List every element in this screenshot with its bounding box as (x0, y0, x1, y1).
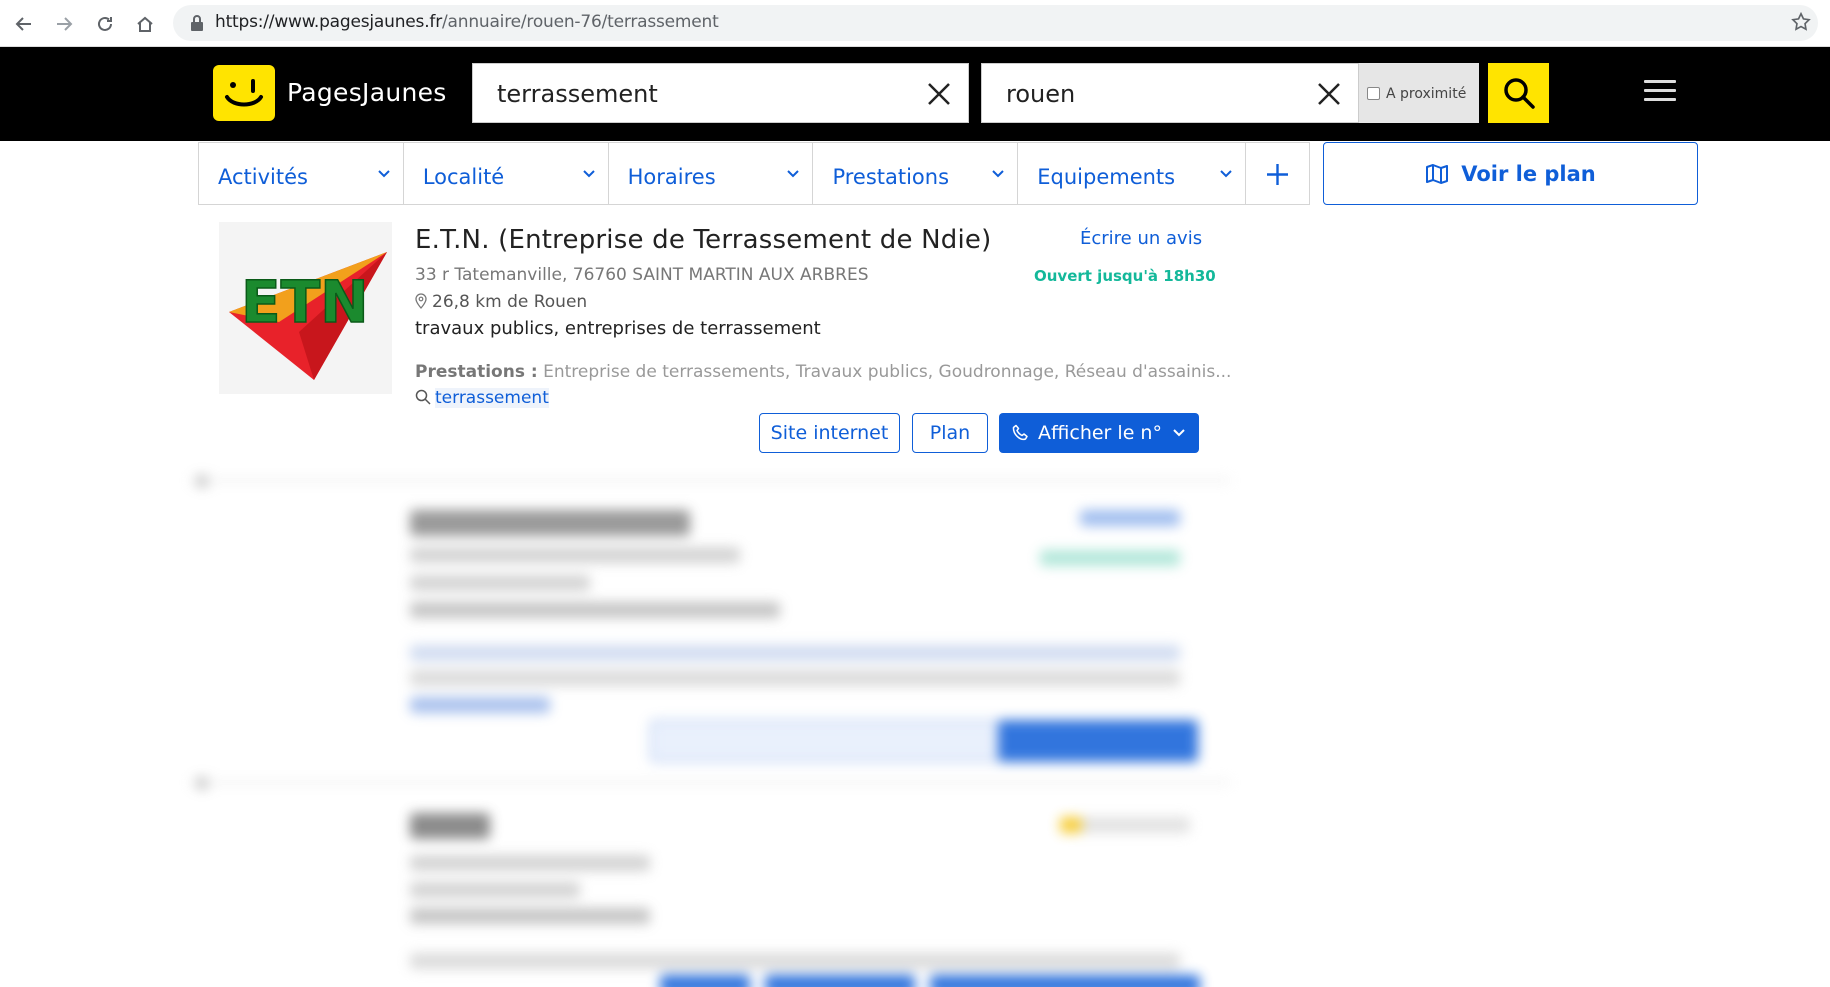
filter-label: Activités (218, 165, 308, 189)
chevron-down-icon (1220, 170, 1232, 178)
plan-button[interactable]: Plan (912, 413, 988, 453)
keyword-tag-label: terrassement (435, 388, 549, 408)
filter-label: Horaires (627, 165, 716, 189)
url-text: https://www.pagesjaunes.fr/annuaire/roue… (215, 12, 719, 32)
home-icon (137, 16, 153, 32)
arrow-left-icon (15, 17, 31, 31)
where-value: rouen (1006, 80, 1076, 108)
chevron-down-icon (378, 170, 390, 178)
blur-divider (190, 781, 1230, 784)
search-button[interactable] (1488, 63, 1549, 123)
blur-block (410, 882, 580, 898)
business-address[interactable]: 33 r Tatemanville, 76760 SAINT MARTIN AU… (415, 265, 869, 285)
browser-toolbar: https://www.pagesjaunes.fr/annuaire/roue… (0, 0, 1830, 47)
clear-where-icon[interactable] (1316, 81, 1342, 107)
blur-block (1000, 975, 1200, 987)
blurred-listings (190, 465, 1240, 987)
blur-block (410, 575, 590, 591)
blur-block (410, 670, 1180, 686)
plus-icon (1267, 164, 1289, 185)
business-distance: 26,8 km de Rouen (415, 292, 587, 312)
proximite-label: A proximité (1386, 86, 1467, 102)
afficher-numero-label: Afficher le n° (1038, 422, 1162, 444)
business-name[interactable]: E.T.N. (Entreprise de Terrassement de Nd… (415, 225, 991, 255)
prestations-text: Entreprise de terrassements, Travaux pub… (537, 362, 1232, 382)
chevron-down-icon (1173, 429, 1185, 437)
hamburger-menu-icon[interactable] (1644, 80, 1676, 104)
site-internet-button[interactable]: Site internet (759, 413, 900, 453)
filter-label: Localité (422, 165, 505, 189)
blur-block (410, 547, 740, 563)
search-icon (1503, 78, 1535, 109)
voir-plan-label: Voir le plan (1461, 161, 1596, 186)
proximite-checkbox[interactable] (1367, 87, 1380, 100)
prestations-label: Prestations : (415, 362, 538, 382)
blur-block (410, 697, 550, 713)
blur-block (660, 975, 750, 987)
business-prestations: Prestations : Entreprise de terrassement… (415, 362, 1231, 382)
location-pin-icon (415, 293, 427, 309)
blur-block (1040, 550, 1180, 566)
filter-prestations[interactable]: Prestations (813, 143, 1019, 204)
clear-what-icon[interactable] (926, 81, 952, 107)
blur-block (410, 813, 490, 839)
business-categories: travaux publics, entreprises de terrasse… (415, 318, 821, 339)
proximite-toggle[interactable]: A proximité (1359, 63, 1479, 123)
reload-button[interactable] (91, 10, 119, 38)
arrow-right-icon (57, 17, 73, 31)
blur-block (410, 908, 650, 924)
write-review-link[interactable]: Écrire un avis (1080, 228, 1202, 249)
where-search-input[interactable]: rouen (981, 63, 1359, 123)
blur-block (410, 855, 650, 871)
keyword-tag[interactable]: terrassement (415, 388, 549, 408)
blur-block (1060, 817, 1082, 833)
filter-localite[interactable]: Localité (404, 143, 609, 204)
business-logo[interactable]: ETN (219, 222, 392, 394)
blur-block (410, 510, 690, 536)
filter-horaires[interactable]: Horaires (609, 143, 814, 204)
opening-status: Ouvert jusqu'à 18h30 (1034, 267, 1216, 285)
reload-icon (98, 16, 112, 31)
back-button[interactable] (10, 10, 38, 38)
blur-block (410, 645, 1180, 661)
filter-label: Equipements (1037, 165, 1176, 189)
lock-icon (191, 15, 203, 31)
home-button[interactable] (131, 10, 159, 38)
chevron-down-icon (582, 170, 595, 178)
distance-text: 26,8 km de Rouen (432, 292, 588, 312)
what-search-input[interactable]: terrassement (472, 63, 969, 123)
filter-label: Prestations (832, 165, 950, 189)
etn-logo-image: ETN (229, 252, 387, 380)
blur-block (930, 975, 1010, 987)
blur-block (410, 953, 1180, 969)
afficher-numero-button[interactable]: Afficher le n° (999, 413, 1199, 453)
voir-le-plan-button[interactable]: Voir le plan (1323, 142, 1698, 205)
what-value: terrassement (497, 80, 658, 108)
filter-activites[interactable]: Activités (199, 143, 404, 204)
search-icon (415, 389, 431, 405)
forward-button[interactable] (50, 10, 78, 38)
bookmark-star-icon[interactable] (1790, 11, 1812, 33)
blur-block (1080, 510, 1180, 526)
blur-divider (190, 479, 1230, 482)
chevron-down-icon (787, 170, 800, 178)
map-icon (1426, 163, 1449, 184)
more-filters-button[interactable] (1246, 143, 1309, 204)
filter-equipements[interactable]: Equipements (1018, 143, 1247, 204)
blur-block (765, 975, 915, 987)
pagesjaunes-logo-icon[interactable] (213, 65, 275, 121)
blur-block (410, 602, 780, 618)
blur-block (998, 720, 1198, 762)
chevron-down-icon (992, 170, 1004, 178)
site-logo-text[interactable]: PagesJaunes (287, 78, 447, 107)
etn-logo-text: ETN (241, 268, 369, 336)
phone-icon (1012, 424, 1028, 441)
filter-bar: Activités Localité Horaires Prestations … (198, 142, 1310, 205)
